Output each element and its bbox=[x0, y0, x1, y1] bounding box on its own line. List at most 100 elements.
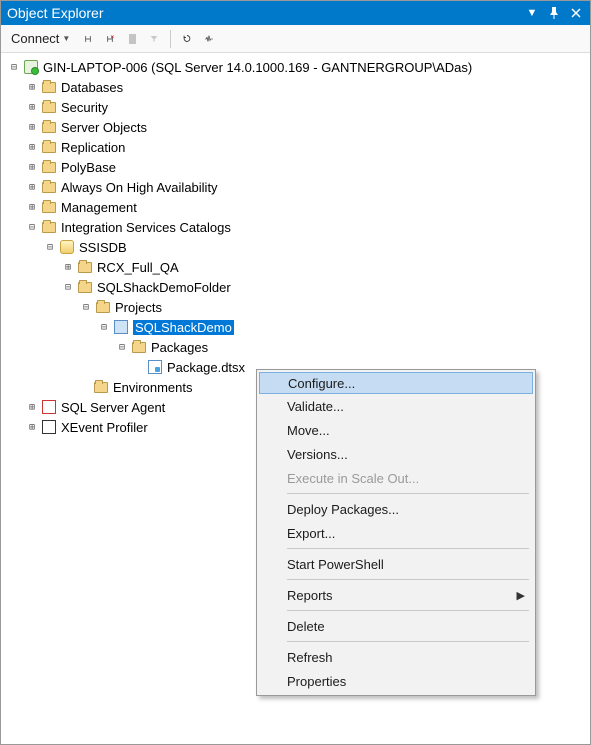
folder-icon bbox=[95, 299, 111, 315]
menu-properties[interactable]: Properties bbox=[259, 669, 533, 693]
databases-node[interactable]: ⊞ Databases bbox=[1, 77, 590, 97]
node-label: XEvent Profiler bbox=[61, 420, 148, 435]
server-node[interactable]: ⊟ GIN-LAPTOP-006 (SQL Server 14.0.1000.1… bbox=[1, 57, 590, 77]
node-label: Security bbox=[61, 100, 108, 115]
folder-icon bbox=[41, 119, 57, 135]
node-label: Always On High Availability bbox=[61, 180, 218, 195]
menu-label: Configure... bbox=[288, 376, 355, 391]
projects-node[interactable]: ⊟ Projects bbox=[1, 297, 590, 317]
connect-label: Connect bbox=[11, 31, 59, 46]
collapse-icon[interactable]: ⊟ bbox=[79, 300, 93, 314]
node-label: RCX_Full_QA bbox=[97, 260, 179, 275]
collapse-icon[interactable]: ⊟ bbox=[7, 60, 21, 74]
folder-icon bbox=[41, 159, 57, 175]
project-sqlshackdemo-node[interactable]: ⊟ SQLShackDemo bbox=[1, 317, 590, 337]
menu-export[interactable]: Export... bbox=[259, 521, 533, 545]
menu-move[interactable]: Move... bbox=[259, 418, 533, 442]
node-label: Server Objects bbox=[61, 120, 147, 135]
node-label: Projects bbox=[115, 300, 162, 315]
menu-configure[interactable]: Configure... bbox=[259, 372, 533, 394]
server-objects-node[interactable]: ⊞ Server Objects bbox=[1, 117, 590, 137]
menu-separator bbox=[287, 579, 529, 580]
expand-icon[interactable]: ⊞ bbox=[25, 400, 39, 414]
demo-folder-node[interactable]: ⊟ SQLShackDemoFolder bbox=[1, 277, 590, 297]
node-label: SQLShackDemoFolder bbox=[97, 280, 231, 295]
folder-icon bbox=[41, 99, 57, 115]
expand-icon[interactable]: ⊞ bbox=[25, 420, 39, 434]
polybase-node[interactable]: ⊞ PolyBase bbox=[1, 157, 590, 177]
replication-node[interactable]: ⊞ Replication bbox=[1, 137, 590, 157]
node-label: Environments bbox=[113, 380, 192, 395]
packages-node[interactable]: ⊟ Packages bbox=[1, 337, 590, 357]
ssisdb-node[interactable]: ⊟ SSISDB bbox=[1, 237, 590, 257]
expand-icon[interactable]: ⊞ bbox=[25, 180, 39, 194]
collapse-icon[interactable]: ⊟ bbox=[115, 340, 129, 354]
disconnect-all-icon[interactable] bbox=[102, 31, 118, 47]
object-explorer-panel: Object Explorer ▼ Connect ▼ bbox=[0, 0, 591, 745]
folder-icon bbox=[41, 79, 57, 95]
menu-deploy-packages[interactable]: Deploy Packages... bbox=[259, 497, 533, 521]
menu-reports[interactable]: Reports ▶ bbox=[259, 583, 533, 607]
menu-start-powershell[interactable]: Start PowerShell bbox=[259, 552, 533, 576]
node-label: Databases bbox=[61, 80, 123, 95]
menu-label: Reports bbox=[287, 588, 333, 603]
management-node[interactable]: ⊞ Management bbox=[1, 197, 590, 217]
menu-delete[interactable]: Delete bbox=[259, 614, 533, 638]
menu-versions[interactable]: Versions... bbox=[259, 442, 533, 466]
node-label: SSISDB bbox=[79, 240, 127, 255]
collapse-icon[interactable]: ⊟ bbox=[61, 280, 75, 294]
expand-icon[interactable]: ⊞ bbox=[25, 100, 39, 114]
agent-icon bbox=[41, 399, 57, 415]
rcx-folder-node[interactable]: ⊞ RCX_Full_QA bbox=[1, 257, 590, 277]
menu-label: Refresh bbox=[287, 650, 333, 665]
node-label: Replication bbox=[61, 140, 125, 155]
collapse-icon[interactable]: ⊟ bbox=[97, 320, 111, 334]
xevent-icon bbox=[41, 419, 57, 435]
expand-icon[interactable]: ⊞ bbox=[61, 260, 75, 274]
close-icon[interactable] bbox=[568, 5, 584, 21]
activity-monitor-icon[interactable] bbox=[201, 31, 217, 47]
expand-icon[interactable]: ⊞ bbox=[25, 120, 39, 134]
catalog-icon bbox=[59, 239, 75, 255]
window-dropdown-icon[interactable]: ▼ bbox=[524, 5, 540, 21]
stop-icon[interactable] bbox=[124, 31, 140, 47]
node-label: Integration Services Catalogs bbox=[61, 220, 231, 235]
menu-label: Export... bbox=[287, 526, 335, 541]
menu-label: Move... bbox=[287, 423, 330, 438]
collapse-icon[interactable]: ⊟ bbox=[25, 220, 39, 234]
filter-icon[interactable] bbox=[146, 31, 162, 47]
menu-separator bbox=[287, 493, 529, 494]
menu-label: Versions... bbox=[287, 447, 348, 462]
menu-validate[interactable]: Validate... bbox=[259, 394, 533, 418]
disconnect-icon[interactable] bbox=[80, 31, 96, 47]
folder-icon bbox=[41, 179, 57, 195]
submenu-arrow-icon: ▶ bbox=[517, 589, 525, 602]
server-icon bbox=[23, 59, 39, 75]
expand-icon[interactable]: ⊞ bbox=[25, 200, 39, 214]
menu-separator bbox=[287, 641, 529, 642]
server-label: GIN-LAPTOP-006 (SQL Server 14.0.1000.169… bbox=[43, 60, 472, 75]
collapse-icon[interactable]: ⊟ bbox=[43, 240, 57, 254]
expand-icon[interactable]: ⊞ bbox=[25, 160, 39, 174]
refresh-icon[interactable] bbox=[179, 31, 195, 47]
node-label: SQL Server Agent bbox=[61, 400, 165, 415]
expand-icon[interactable]: ⊞ bbox=[25, 140, 39, 154]
folder-icon bbox=[131, 339, 147, 355]
connect-button[interactable]: Connect ▼ bbox=[7, 29, 74, 48]
menu-refresh[interactable]: Refresh bbox=[259, 645, 533, 669]
always-on-node[interactable]: ⊞ Always On High Availability bbox=[1, 177, 590, 197]
node-label: Packages bbox=[151, 340, 208, 355]
folder-icon bbox=[41, 139, 57, 155]
menu-label: Properties bbox=[287, 674, 346, 689]
folder-icon bbox=[77, 259, 93, 275]
folder-icon bbox=[93, 379, 109, 395]
menu-execute-scale-out: Execute in Scale Out... bbox=[259, 466, 533, 490]
menu-label: Delete bbox=[287, 619, 325, 634]
menu-label: Start PowerShell bbox=[287, 557, 384, 572]
menu-label: Execute in Scale Out... bbox=[287, 471, 419, 486]
security-node[interactable]: ⊞ Security bbox=[1, 97, 590, 117]
isc-node[interactable]: ⊟ Integration Services Catalogs bbox=[1, 217, 590, 237]
node-label-selected: SQLShackDemo bbox=[133, 320, 234, 335]
pin-icon[interactable] bbox=[546, 5, 562, 21]
expand-icon[interactable]: ⊞ bbox=[25, 80, 39, 94]
